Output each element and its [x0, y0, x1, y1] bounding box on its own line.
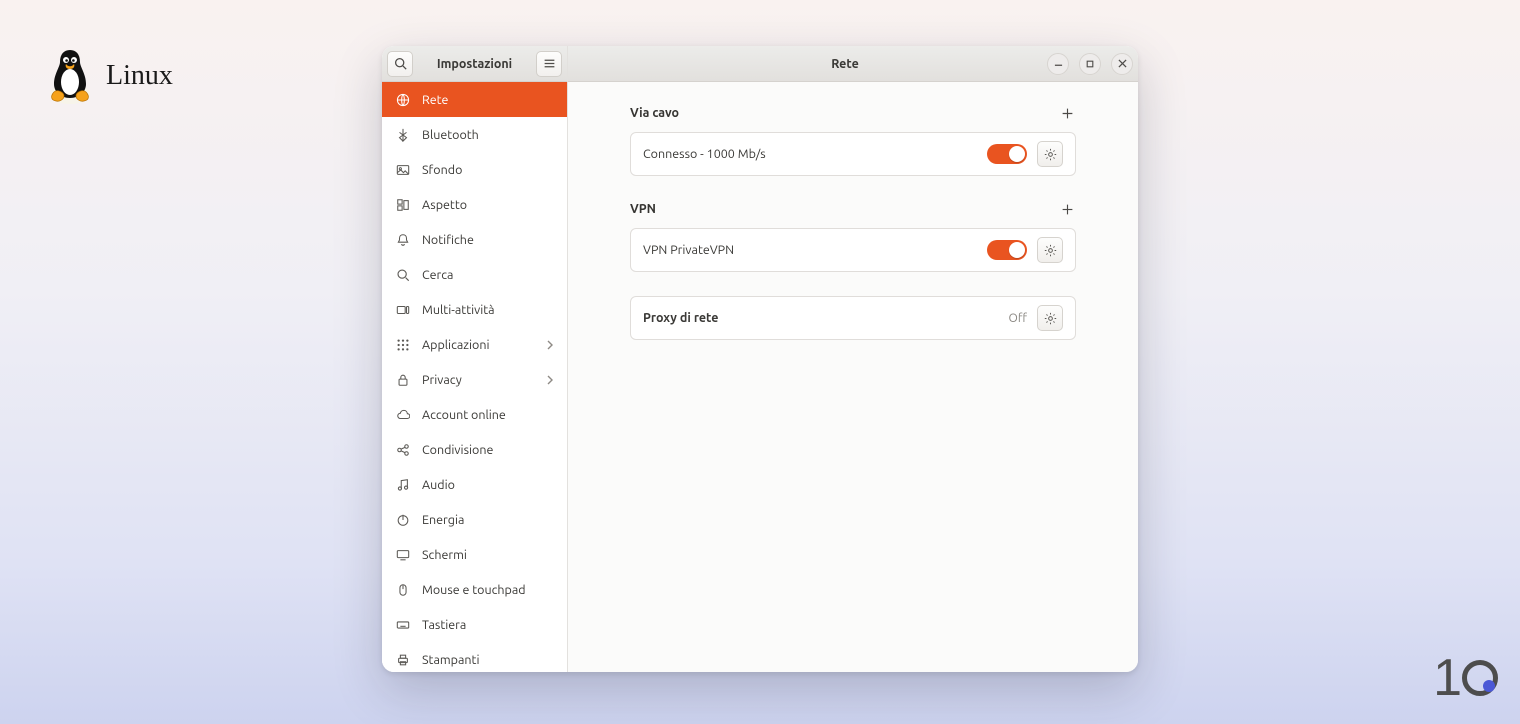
section-title-wired: Via cavo — [630, 106, 679, 120]
picture-icon — [396, 163, 410, 177]
sidebar-item-label: Condivisione — [422, 443, 493, 457]
proxy-row: Proxy di rete Off — [630, 296, 1076, 340]
power-icon — [396, 513, 410, 527]
hamburger-menu-button[interactable] — [536, 51, 562, 77]
window-minimize-button[interactable] — [1047, 53, 1069, 75]
sidebar-item-label: Rete — [422, 93, 448, 107]
sidebar-item-tastiera[interactable]: Tastiera — [382, 607, 567, 642]
sidebar-item-applicazioni[interactable]: Applicazioni — [382, 327, 567, 362]
vpn-settings-button[interactable] — [1037, 237, 1063, 263]
sidebar-item-aspetto[interactable]: Aspetto — [382, 187, 567, 222]
sidebar-item-notifiche[interactable]: Notifiche — [382, 222, 567, 257]
proxy-settings-button[interactable] — [1037, 305, 1063, 331]
sidebar-item-sfondo[interactable]: Sfondo — [382, 152, 567, 187]
sidebar-item-bluetooth[interactable]: Bluetooth — [382, 117, 567, 152]
sidebar-item-schermi[interactable]: Schermi — [382, 537, 567, 572]
proxy-state-text: Off — [1009, 312, 1027, 325]
sidebar-item-label: Energia — [422, 513, 464, 527]
sidebar-title: Impostazioni — [417, 57, 532, 71]
main-headerbar: Rete — [568, 46, 1138, 82]
sidebar-item-label: Tastiera — [422, 618, 466, 632]
bluetooth-icon — [396, 128, 410, 142]
main-pane: Rete Via cavo — [568, 46, 1138, 672]
sidebar-item-rete[interactable]: Rete — [382, 82, 567, 117]
section-header-vpn: VPN — [630, 200, 1076, 218]
cloud-icon — [396, 408, 410, 422]
sidebar-item-account-online[interactable]: Account online — [382, 397, 567, 432]
sidebar-item-label: Notifiche — [422, 233, 474, 247]
window-close-button[interactable] — [1111, 53, 1133, 75]
search-button[interactable] — [387, 51, 413, 77]
sidebar-item-label: Multi-attività — [422, 303, 495, 317]
mouse-icon — [396, 583, 410, 597]
section-header-wired: Via cavo — [630, 104, 1076, 122]
window-maximize-button[interactable] — [1079, 53, 1101, 75]
workspaces-icon — [396, 303, 410, 317]
page-title: Rete — [647, 57, 1043, 71]
tux-icon — [44, 46, 96, 106]
chevron-right-icon — [545, 340, 555, 350]
sidebar-item-energia[interactable]: Energia — [382, 502, 567, 537]
wired-connection-row: Connesso - 1000 Mb/s — [630, 132, 1076, 176]
search-icon — [396, 268, 410, 282]
bell-icon — [396, 233, 410, 247]
settings-window: Impostazioni Rete Bluetooth Sfondo Aspetto N… — [382, 46, 1138, 672]
sidebar-item-stampanti[interactable]: Stampanti — [382, 642, 567, 672]
sidebar-item-label: Cerca — [422, 268, 453, 282]
sidebar-item-label: Audio — [422, 478, 455, 492]
sidebar-item-label: Privacy — [422, 373, 462, 387]
sidebar-item-label: Mouse e touchpad — [422, 583, 526, 597]
wired-toggle[interactable] — [987, 144, 1027, 164]
vpn-name-text: VPN PrivateVPN — [643, 243, 734, 257]
sidebar-item-label: Aspetto — [422, 198, 467, 212]
wired-status-text: Connesso - 1000 Mb/s — [643, 147, 766, 161]
sidebar-item-label: Sfondo — [422, 163, 462, 177]
sidebar-item-label: Account online — [422, 408, 506, 422]
globe-icon — [396, 93, 410, 107]
add-wired-button[interactable] — [1058, 104, 1076, 122]
lock-icon — [396, 373, 410, 387]
vpn-toggle[interactable] — [987, 240, 1027, 260]
printer-icon — [396, 653, 410, 667]
watermark-10: 1 — [1433, 648, 1498, 708]
sidebar-list[interactable]: Rete Bluetooth Sfondo Aspetto Notifiche Cerca… — [382, 82, 567, 672]
keyboard-icon — [396, 618, 410, 632]
sidebar: Impostazioni Rete Bluetooth Sfondo Aspetto N… — [382, 46, 568, 672]
grid-icon — [396, 338, 410, 352]
sidebar-item-label: Stampanti — [422, 653, 479, 667]
sidebar-item-audio[interactable]: Audio — [382, 467, 567, 502]
content-area: Via cavo Connesso - 1000 Mb/s VPN — [568, 82, 1138, 672]
add-vpn-button[interactable] — [1058, 200, 1076, 218]
sidebar-item-cerca[interactable]: Cerca — [382, 257, 567, 292]
sidebar-item-condivisione[interactable]: Condivisione — [382, 432, 567, 467]
wired-settings-button[interactable] — [1037, 141, 1063, 167]
sidebar-item-label: Schermi — [422, 548, 467, 562]
sidebar-item-label: Bluetooth — [422, 128, 479, 142]
appearance-icon — [396, 198, 410, 212]
sidebar-item-multi-attivit-[interactable]: Multi-attività — [382, 292, 567, 327]
sidebar-item-privacy[interactable]: Privacy — [382, 362, 567, 397]
linux-brand: Linux — [44, 46, 173, 106]
linux-wordmark: Linux — [106, 60, 173, 92]
sidebar-item-mouse-e-touchpad[interactable]: Mouse e touchpad — [382, 572, 567, 607]
sidebar-headerbar: Impostazioni — [382, 46, 567, 82]
proxy-title-text: Proxy di rete — [643, 311, 718, 325]
vpn-connection-row: VPN PrivateVPN — [630, 228, 1076, 272]
music-icon — [396, 478, 410, 492]
section-title-vpn: VPN — [630, 202, 656, 216]
display-icon — [396, 548, 410, 562]
chevron-right-icon — [545, 375, 555, 385]
share-icon — [396, 443, 410, 457]
sidebar-item-label: Applicazioni — [422, 338, 490, 352]
